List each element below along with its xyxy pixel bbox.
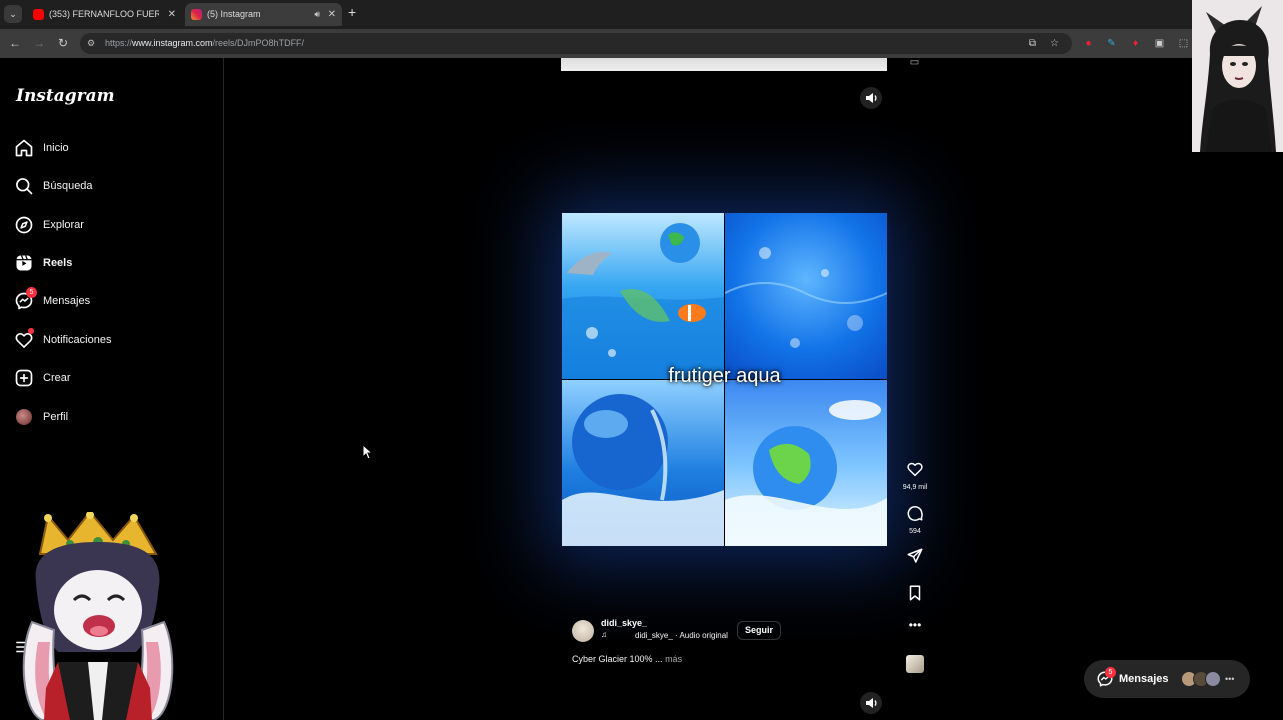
- speaker-icon: [866, 698, 877, 708]
- avatar: [1205, 671, 1221, 687]
- aqua-image-dolphin-globe: [562, 213, 724, 379]
- aqua-image-water-surface: [725, 213, 887, 379]
- new-tab-button[interactable]: +: [348, 4, 356, 20]
- install-app-icon[interactable]: ⧉: [1026, 37, 1039, 50]
- sidebar-item-crear[interactable]: Crear: [14, 366, 209, 390]
- caption-more-link[interactable]: más: [665, 654, 682, 664]
- address-bar[interactable]: ⚙ https://www.instagram.com/reels/DJmPO8…: [80, 33, 1072, 54]
- profile-avatar: [16, 409, 32, 425]
- reel-video[interactable]: frutiger aqua: [562, 213, 887, 546]
- messages-floating-button[interactable]: 5 Mensajes •••: [1084, 660, 1250, 698]
- streamer-webcam-illustration: [1192, 0, 1283, 152]
- sidebar-item-reels[interactable]: Reels: [14, 251, 209, 275]
- more-options-button[interactable]: •••: [898, 618, 932, 632]
- previous-reel-edge: [561, 58, 887, 71]
- back-arrow-icon[interactable]: ←: [7, 35, 23, 51]
- sidebar-item-notificaciones[interactable]: Notificaciones: [14, 328, 209, 352]
- author-avatar[interactable]: [572, 620, 594, 642]
- sidebar-item-label: Notificaciones: [43, 334, 112, 346]
- tab-title: (5) Instagram: [207, 9, 261, 19]
- reel-author-row: didi_skye_ ♫ didi_skye_ · Audio original…: [572, 618, 892, 642]
- tab-search-button[interactable]: ⌄: [4, 5, 22, 23]
- music-note-icon: ♫: [601, 630, 607, 639]
- streamer-avatar-overlay: [18, 510, 178, 720]
- follow-button[interactable]: Seguir: [737, 621, 782, 640]
- more-dots-icon: •••: [908, 618, 922, 632]
- instagram-favicon-icon: [191, 9, 202, 20]
- messages-label: Mensajes: [1119, 673, 1169, 685]
- comment-icon: [907, 506, 923, 521]
- speaker-icon[interactable]: 🔊︎: [314, 3, 320, 26]
- extension-red-icon[interactable]: ●: [1082, 37, 1095, 50]
- notification-badge: 5: [26, 287, 37, 298]
- tab-title: (353) FERNANFLOO FUERA DE: [49, 9, 159, 19]
- bookmark-star-icon[interactable]: ☆: [1048, 37, 1061, 50]
- extensions-puzzle-icon[interactable]: ⬚: [1177, 37, 1190, 50]
- speaker-icon: [866, 93, 877, 103]
- send-icon: [907, 548, 923, 563]
- url-text[interactable]: https://www.instagram.com/reels/DJmPO8hT…: [105, 33, 304, 54]
- audio-thumbnail[interactable]: [906, 655, 924, 673]
- caption-text: Cyber Glacier 100% ...: [572, 654, 663, 664]
- sidebar-item-label: Búsqueda: [43, 180, 93, 192]
- sidebar-item-mensajes[interactable]: 5 Mensajes: [14, 287, 209, 313]
- notification-badge: 5: [1105, 667, 1116, 678]
- plus-square-icon: [15, 369, 33, 387]
- comment-button[interactable]: 594: [898, 504, 932, 535]
- heart-icon: [907, 462, 923, 477]
- close-icon[interactable]: ✕: [328, 3, 336, 26]
- mute-toggle-button-bottom[interactable]: [860, 692, 882, 714]
- sidebar-item-label: Inicio: [43, 142, 69, 154]
- audio-attribution[interactable]: didi_skye_ · Audio original: [635, 631, 728, 640]
- like-count: 94,9 mil: [902, 484, 928, 491]
- share-button[interactable]: [898, 547, 932, 570]
- author-username[interactable]: didi_skye_: [601, 618, 647, 628]
- search-icon: [16, 178, 33, 195]
- home-icon: [15, 139, 33, 157]
- water-bubbles-illustration: [725, 247, 887, 348]
- mouse-cursor-icon: [362, 444, 372, 460]
- instagram-logo[interactable]: Instagram: [16, 86, 115, 106]
- close-icon[interactable]: ✕: [168, 3, 176, 26]
- previous-reel-audio-thumb-icon[interactable]: ▭: [908, 56, 921, 69]
- reel-overlay-text: frutiger aqua: [668, 365, 781, 387]
- sidebar-item-label: Explorar: [43, 219, 84, 231]
- sidebar-item-perfil[interactable]: Perfil: [14, 405, 209, 429]
- bookmark-icon: [909, 585, 921, 601]
- mute-toggle-button-top[interactable]: [860, 87, 882, 109]
- youtube-favicon-icon: [33, 9, 44, 20]
- sidebar-item-inicio[interactable]: Inicio: [14, 136, 209, 160]
- reel-caption: Cyber Glacier 100% ... más: [572, 654, 682, 664]
- forward-arrow-icon[interactable]: →: [31, 35, 47, 51]
- extension-shield-icon[interactable]: ♦: [1129, 37, 1142, 50]
- streamer-webcam-overlay: [1192, 0, 1283, 152]
- sidebar-item-label: Mensajes: [43, 295, 91, 307]
- browser-tab-instagram[interactable]: (5) Instagram 🔊︎ ✕: [185, 3, 342, 26]
- reload-icon[interactable]: ↻: [55, 35, 71, 51]
- vtuber-rabbit-crown-illustration: [22, 510, 174, 720]
- browser-tab-youtube[interactable]: (353) FERNANFLOO FUERA DE ✕: [27, 3, 182, 26]
- comment-count: 594: [909, 528, 921, 535]
- sidebar-item-explorar[interactable]: Explorar: [14, 213, 209, 237]
- earth-splash-illustration: [725, 400, 887, 546]
- sidebar-item-busqueda[interactable]: Búsqueda: [14, 174, 209, 198]
- aqua-image-earth-splash: [725, 380, 887, 546]
- save-button[interactable]: [898, 584, 932, 607]
- sidebar-item-label: Crear: [43, 372, 71, 384]
- like-button[interactable]: 94,9 mil: [898, 460, 932, 491]
- sidebar-item-label: Perfil: [43, 411, 69, 423]
- blue-sphere-splash-illustration: [562, 394, 724, 546]
- notification-dot: [28, 328, 34, 334]
- browser-tab-strip: ⌄ (353) FERNANFLOO FUERA DE ✕ (5) Instag…: [0, 0, 1283, 29]
- reels-icon: [16, 255, 32, 271]
- compass-icon: [15, 216, 33, 234]
- dolphin-globe-illustration: [562, 223, 724, 379]
- more-dots-icon: •••: [1225, 674, 1235, 684]
- site-settings-icon[interactable]: ⚙: [87, 38, 98, 49]
- extension-translate-icon[interactable]: ✎: [1105, 37, 1118, 50]
- aqua-image-blue-sphere: [562, 380, 724, 546]
- extension-screenshot-icon[interactable]: ▣: [1153, 37, 1166, 50]
- browser-toolbar: ← → ↻ ⚙ https://www.instagram.com/reels/…: [0, 29, 1283, 58]
- sidebar-item-label: Reels: [43, 257, 73, 269]
